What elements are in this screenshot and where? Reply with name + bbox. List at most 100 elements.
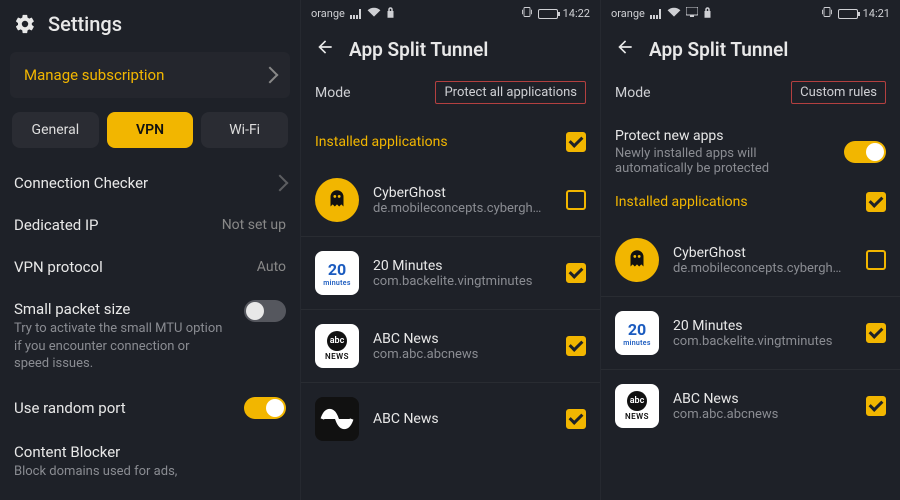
app-name: 20 Minutes <box>373 258 552 274</box>
back-button[interactable] <box>315 37 335 61</box>
installed-apps-header[interactable]: Installed applications <box>601 180 900 224</box>
app-checkbox[interactable] <box>866 323 886 343</box>
app-checkbox[interactable] <box>866 250 886 270</box>
twenty-minutes-icon: 20minutes <box>315 251 359 295</box>
small-packet-desc: Try to activate the small MTU option if … <box>14 320 224 373</box>
small-packet-row[interactable]: Small packet size Try to activate the sm… <box>0 288 300 385</box>
small-packet-label: Small packet size <box>14 300 224 318</box>
tunnel-panel-custom: orange 14:21 App Split Tunnel Mode Custo… <box>600 0 900 500</box>
content-blocker-desc: Block domains used for ads, <box>14 463 177 481</box>
tab-wifi[interactable]: Wi-Fi <box>201 112 288 148</box>
dedicated-ip-value: Not set up <box>222 217 286 233</box>
tab-general[interactable]: General <box>12 112 99 148</box>
carrier-label: orange <box>311 7 345 20</box>
random-port-row[interactable]: Use random port <box>0 385 300 431</box>
mode-value[interactable]: Custom rules <box>791 81 886 104</box>
app-checkbox[interactable] <box>866 396 886 416</box>
app-row-cyberghost[interactable]: CyberGhost de.mobileconcepts.cybergh… <box>601 224 900 297</box>
app-package: de.mobileconcepts.cybergh… <box>673 261 852 276</box>
page-title: App Split Tunnel <box>349 38 488 61</box>
installed-apps-header[interactable]: Installed applications <box>301 120 600 164</box>
app-row-abcnews-au[interactable]: ABC News <box>301 383 600 455</box>
app-name: 20 Minutes <box>673 318 852 334</box>
signal-icon <box>650 9 662 19</box>
mode-label: Mode <box>615 85 651 101</box>
battery-icon <box>538 9 558 19</box>
app-header: App Split Tunnel <box>301 23 600 79</box>
installed-apps-label: Installed applications <box>315 134 448 150</box>
dedicated-ip-row[interactable]: Dedicated IP Not set up <box>0 204 300 246</box>
lock-icon <box>703 7 712 21</box>
mode-label: Mode <box>315 85 351 101</box>
lock-icon <box>386 7 395 21</box>
settings-tabs: General VPN Wi-Fi <box>0 112 300 162</box>
vpn-protocol-value: Auto <box>257 259 286 275</box>
random-port-label: Use random port <box>14 399 126 417</box>
app-checkbox[interactable] <box>566 336 586 356</box>
app-package: com.backelite.vingtminutes <box>373 274 552 289</box>
app-checkbox[interactable] <box>566 263 586 283</box>
wifi-icon <box>667 7 681 20</box>
app-header: App Split Tunnel <box>601 23 900 79</box>
vpn-protocol-row[interactable]: VPN protocol Auto <box>0 246 300 288</box>
mode-row[interactable]: Mode Protect all applications <box>301 79 600 120</box>
app-name: CyberGhost <box>373 185 552 201</box>
tab-vpn[interactable]: VPN <box>107 112 194 148</box>
vpn-protocol-label: VPN protocol <box>14 258 103 276</box>
abc-news-icon: abcNEWS <box>615 384 659 428</box>
manage-subscription-row[interactable]: Manage subscription <box>10 52 290 98</box>
vibrate-icon <box>821 6 833 21</box>
app-package: de.mobileconcepts.cybergh… <box>373 201 552 216</box>
cyberghost-icon <box>315 178 359 222</box>
settings-panel: Settings Manage subscription General VPN… <box>0 0 300 500</box>
app-row-20minutes[interactable]: 20minutes 20 Minutes com.backelite.vingt… <box>301 237 600 310</box>
abc-news-icon: abcNEWS <box>315 324 359 368</box>
app-name: ABC News <box>373 331 552 347</box>
signal-icon <box>350 9 362 19</box>
carrier-label: orange <box>611 7 645 20</box>
app-name: ABC News <box>673 391 852 407</box>
protect-new-apps-row[interactable]: Protect new apps Newly installed apps wi… <box>601 120 900 180</box>
protect-new-desc: Newly installed apps will automatically … <box>615 146 825 176</box>
small-packet-toggle[interactable] <box>244 300 286 322</box>
clock: 14:22 <box>563 7 590 20</box>
page-title: App Split Tunnel <box>649 38 788 61</box>
content-blocker-row[interactable]: Content Blocker Block domains used for a… <box>0 431 300 493</box>
app-row-abcnews[interactable]: abcNEWS ABC News com.abc.abcnews <box>601 370 900 442</box>
app-row-20minutes[interactable]: 20minutes 20 Minutes com.backelite.vingt… <box>601 297 900 370</box>
wifi-icon <box>367 7 381 20</box>
dedicated-ip-label: Dedicated IP <box>14 216 99 234</box>
app-checkbox[interactable] <box>566 190 586 210</box>
back-button[interactable] <box>615 37 635 61</box>
app-package: com.abc.abcnews <box>673 407 852 422</box>
status-bar: orange 14:21 <box>601 0 900 23</box>
app-checkbox[interactable] <box>566 409 586 429</box>
installed-apps-label: Installed applications <box>615 194 748 210</box>
gear-icon <box>14 13 36 35</box>
protect-new-title: Protect new apps <box>615 128 825 144</box>
app-row-abcnews[interactable]: abcNEWS ABC News com.abc.abcnews <box>301 310 600 383</box>
vibrate-icon <box>521 6 533 21</box>
tunnel-panel-protect-all: orange 14:22 App Split Tunnel Mode Prote… <box>300 0 600 500</box>
chevron-right-icon <box>272 175 289 192</box>
content-blocker-label: Content Blocker <box>14 443 177 461</box>
abc-au-icon <box>315 397 359 441</box>
chevron-right-icon <box>262 67 279 84</box>
app-row-cyberghost[interactable]: CyberGhost de.mobileconcepts.cybergh… <box>301 164 600 237</box>
twenty-minutes-icon: 20minutes <box>615 311 659 355</box>
clock: 14:21 <box>863 7 890 20</box>
connection-checker-row[interactable]: Connection Checker <box>0 162 300 204</box>
app-name: ABC News <box>373 411 552 427</box>
protect-new-toggle[interactable] <box>844 141 886 163</box>
select-all-checkbox[interactable] <box>866 192 886 212</box>
manage-subscription-label: Manage subscription <box>24 66 164 84</box>
random-port-toggle[interactable] <box>244 397 286 419</box>
battery-icon <box>838 9 858 19</box>
screen-icon <box>686 7 698 20</box>
mode-value[interactable]: Protect all applications <box>435 81 586 104</box>
mode-row[interactable]: Mode Custom rules <box>601 79 900 120</box>
status-bar: orange 14:22 <box>301 0 600 23</box>
settings-title: Settings <box>48 12 122 36</box>
settings-header: Settings <box>0 0 300 48</box>
select-all-checkbox[interactable] <box>566 132 586 152</box>
